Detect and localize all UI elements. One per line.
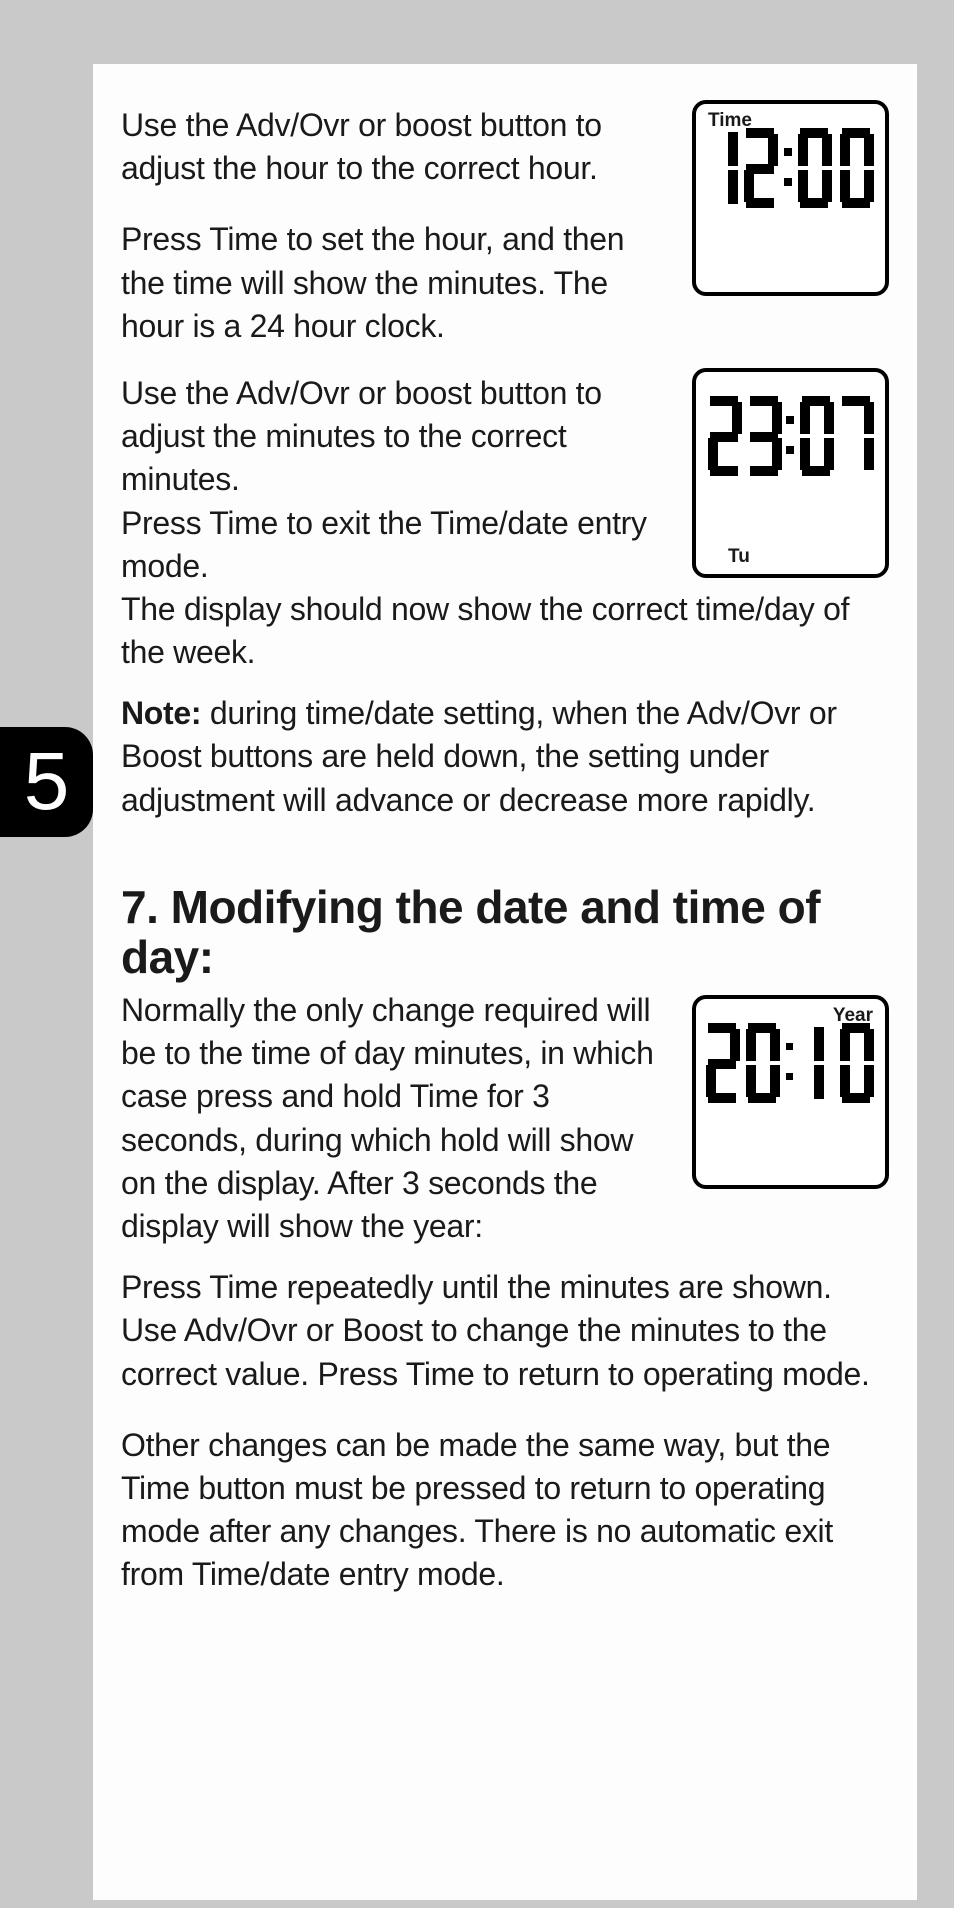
lcd-display-year: Year (692, 995, 889, 1189)
lcd-display-time-day: Tu (692, 368, 889, 578)
para-other-changes: Other changes can be made the same way, … (121, 1424, 889, 1597)
para-press-time: Press Time repeatedly until the minutes … (121, 1266, 889, 1396)
page-content: Time Use the Adv/Ovr or boost button to … (93, 64, 917, 1900)
note-label: Note: (121, 695, 201, 731)
lcd-digits-1200 (702, 126, 879, 216)
para-display-correct: The display should now show the correct … (121, 588, 889, 674)
heading-modify-date-time: 7. Modifying the date and time of day: (121, 882, 889, 983)
para-note: Note: during time/date setting, when the… (121, 692, 889, 822)
lcd-label-tu: Tu (728, 546, 750, 568)
lcd-digits-2010 (702, 1021, 879, 1111)
page-number-tab: 5 (0, 727, 93, 837)
lcd-digits-2307 (702, 394, 879, 484)
note-body: during time/date setting, when the Adv/O… (121, 695, 837, 817)
lcd-display-time: Time (692, 100, 889, 296)
